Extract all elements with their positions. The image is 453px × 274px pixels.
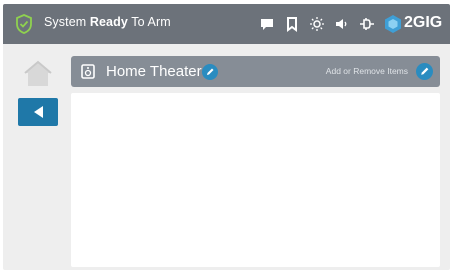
pencil-icon	[421, 67, 429, 75]
room-header: Home Theater Add or Remove Items	[71, 56, 440, 87]
shield-check-icon[interactable]	[15, 14, 33, 34]
edit-room-name-button[interactable]	[202, 64, 218, 80]
add-remove-items-label[interactable]: Add or Remove Items	[326, 66, 408, 76]
speaker-icon	[81, 64, 95, 79]
pencil-icon	[207, 68, 214, 75]
add-remove-items-button[interactable]	[416, 63, 433, 80]
brand-logo: 2GIG	[383, 13, 445, 35]
message-icon[interactable]	[259, 16, 275, 32]
brightness-icon[interactable]	[309, 16, 325, 32]
system-status-text[interactable]: System Ready To Arm	[44, 15, 171, 29]
plug-icon[interactable]	[359, 16, 375, 32]
room-items-panel	[71, 93, 440, 267]
home-icon[interactable]	[22, 58, 54, 88]
bookmark-icon[interactable]	[284, 16, 300, 32]
volume-icon[interactable]	[334, 16, 350, 32]
brand-name: 2GIG	[404, 14, 443, 31]
room-title: Home Theater	[106, 63, 202, 80]
back-button[interactable]	[18, 98, 58, 126]
brand-logo-mark-icon	[385, 15, 401, 33]
panel-screen: System Ready To Arm 2GIG Home Theater Ad…	[3, 4, 450, 270]
status-bar: System Ready To Arm 2GIG	[3, 4, 450, 44]
back-arrow-icon	[34, 106, 43, 118]
